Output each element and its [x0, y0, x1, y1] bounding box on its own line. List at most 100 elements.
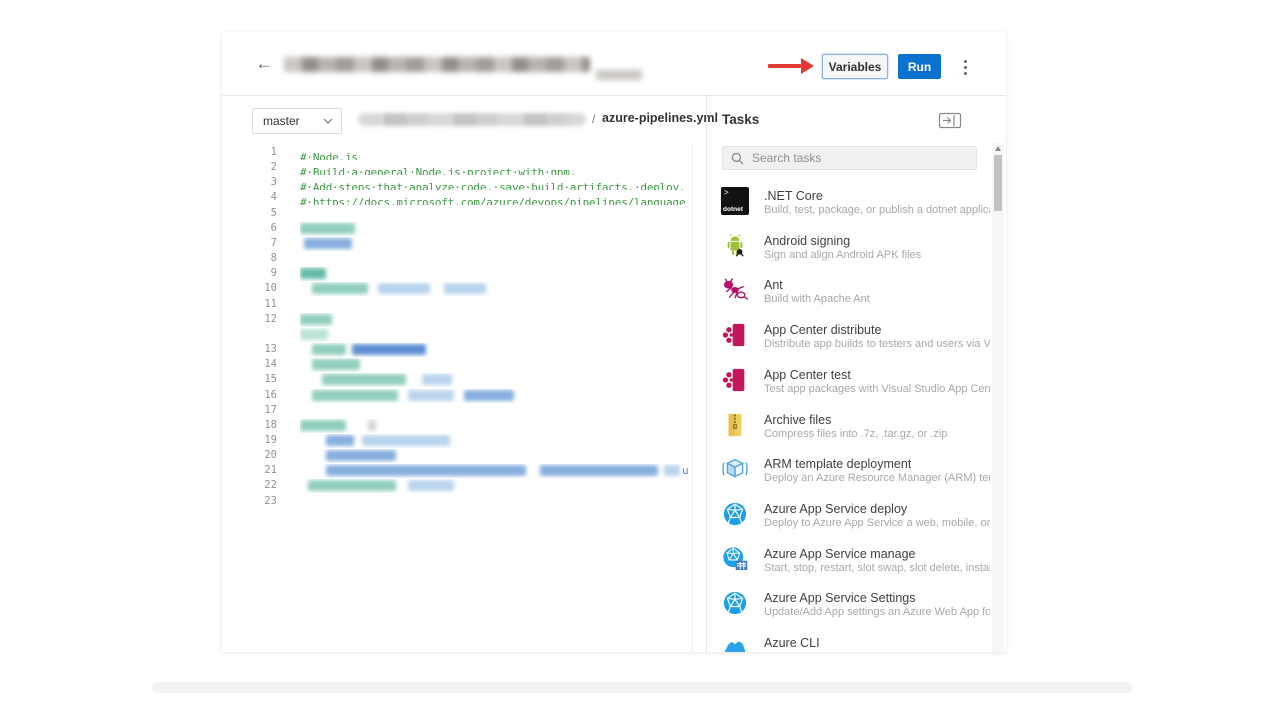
code-content[interactable] [300, 282, 690, 296]
code-content[interactable] [300, 449, 690, 463]
task-list: >dotnet.NET CoreBuild, test, package, or… [720, 186, 990, 652]
redacted-code [300, 329, 328, 340]
code-content[interactable] [300, 389, 690, 403]
code-line[interactable]: 4#·https://docs.microsoft.com/azure/devo… [222, 190, 692, 205]
code-content[interactable] [300, 343, 690, 357]
task-list-item[interactable]: Archive filesCompress files into .7z, .t… [720, 410, 990, 452]
code-line[interactable]: 11 [222, 297, 692, 312]
yaml-editor[interactable]: 1 #·Node.js2#·Build·a·general·Node.js·pro… [222, 145, 692, 652]
redacted-code [312, 344, 346, 355]
code-line[interactable]: 12 [222, 312, 692, 327]
code-line[interactable]: 22 [222, 478, 692, 493]
code-line[interactable]: 15 [222, 372, 692, 387]
line-number: 15 [222, 373, 277, 385]
code-line[interactable]: 19 [222, 433, 692, 448]
tasks-scrollbar[interactable] [992, 143, 1004, 652]
code-content[interactable]: #·https://docs.microsoft.com/azure/devop… [300, 191, 690, 205]
task-list-item[interactable]: Azure CLI [720, 633, 990, 652]
code-line[interactable]: 10 [222, 281, 692, 296]
line-number: 16 [222, 389, 277, 401]
code-content[interactable]: #·Node.js [300, 146, 690, 160]
task-name: ARM template deployment [764, 457, 911, 471]
code-line[interactable]: 3#·Add·steps·that·analyze·code,·save·bui… [222, 175, 692, 190]
more-options-icon[interactable] [958, 56, 972, 78]
arm-cube-icon [720, 454, 750, 484]
task-name: App Center distribute [764, 323, 881, 337]
appcenter-icon [720, 320, 750, 350]
redacted-code [326, 465, 526, 476]
code-line[interactable]: 14 [222, 357, 692, 372]
code-content[interactable] [300, 222, 690, 236]
branch-selector[interactable]: master [252, 108, 342, 134]
task-list-item[interactable]: >dotnet.NET CoreBuild, test, package, or… [720, 186, 990, 228]
code-line[interactable]: 20 [222, 448, 692, 463]
code-line[interactable] [222, 327, 692, 342]
code-content[interactable] [300, 298, 690, 312]
task-list-item[interactable]: Android signingSign and align Android AP… [720, 231, 990, 273]
task-list-item[interactable]: ARM template deploymentDeploy an Azure R… [720, 454, 990, 496]
line-number: 22 [222, 479, 277, 491]
code-content[interactable] [300, 328, 690, 342]
code-line[interactable]: 1 #·Node.js [222, 145, 692, 160]
search-tasks-input[interactable] [750, 150, 976, 166]
run-button[interactable]: Run [898, 54, 941, 79]
task-list-item[interactable]: Azure App Service manageStart, stop, res… [720, 544, 990, 586]
task-list-item[interactable]: AntBuild with Apache Ant [720, 275, 990, 317]
collapse-panel-icon[interactable] [938, 112, 962, 129]
scroll-up-icon[interactable] [995, 146, 1001, 151]
code-line[interactable]: 16 [222, 388, 692, 403]
code-line[interactable]: 17 [222, 403, 692, 418]
task-description: Test app packages with Visual Studio App… [764, 383, 990, 395]
code-content[interactable] [300, 419, 690, 433]
code-line[interactable]: 8 [222, 251, 692, 266]
task-name: Azure App Service Settings [764, 591, 915, 605]
code-content[interactable] [300, 358, 690, 372]
code-content[interactable] [300, 373, 690, 387]
task-description: Deploy to Azure App Service a web, mobil… [764, 517, 990, 529]
line-number: 14 [222, 358, 277, 370]
code-content[interactable] [300, 313, 690, 327]
task-description: Compress files into .7z, .tar.gz, or .zi… [764, 428, 990, 440]
code-content[interactable] [300, 252, 690, 266]
code-line[interactable]: 2#·Build·a·general·Node.js·project·with·… [222, 160, 692, 175]
task-description: Update/Add App settings an Azure Web App… [764, 606, 990, 618]
code-line[interactable]: 23 [222, 494, 692, 509]
task-name: App Center test [764, 368, 851, 382]
code-content[interactable] [300, 237, 690, 251]
task-list-item[interactable]: Azure App Service SettingsUpdate/Add App… [720, 588, 990, 630]
task-description: Build, test, package, or publish a dotne… [764, 204, 990, 216]
branch-name: master [263, 114, 323, 128]
back-button[interactable]: ← [252, 52, 276, 76]
redacted-code [408, 480, 454, 491]
code-content[interactable] [300, 434, 690, 448]
code-line[interactable]: 13 [222, 342, 692, 357]
task-list-item[interactable]: App Center testTest app packages with Vi… [720, 365, 990, 407]
code-content[interactable]: url [300, 464, 690, 478]
code-content[interactable] [300, 404, 690, 418]
scrollbar-thumb[interactable] [994, 155, 1002, 211]
code-line[interactable]: 9 [222, 266, 692, 281]
editor-edge-divider [692, 143, 693, 652]
task-list-item[interactable]: App Center distributeDistribute app buil… [720, 320, 990, 362]
search-tasks-box[interactable] [722, 146, 977, 170]
code-content[interactable]: #·Add·steps·that·analyze·code,·save·buil… [300, 176, 690, 190]
code-line[interactable]: 21url [222, 463, 692, 478]
globe-settings-icon [720, 588, 750, 618]
task-list-item[interactable]: Azure App Service deployDeploy to Azure … [720, 499, 990, 541]
line-number: 1 [222, 146, 277, 158]
code-line[interactable]: 5 [222, 206, 692, 221]
redacted-code [664, 465, 680, 476]
variables-button[interactable]: Variables [822, 54, 888, 79]
code-content[interactable]: #·Build·a·general·Node.js·project·with·n… [300, 161, 690, 175]
code-line[interactable]: 18 [222, 418, 692, 433]
task-name: Azure App Service deploy [764, 502, 907, 516]
code-content[interactable] [300, 207, 690, 221]
page-bottom-scrollbar[interactable] [152, 682, 1132, 693]
code-content[interactable] [300, 267, 690, 281]
code-line[interactable]: 6 [222, 221, 692, 236]
code-content[interactable] [300, 479, 690, 493]
redacted-code [300, 223, 355, 234]
tasks-panel-title: Tasks [722, 112, 759, 127]
code-line[interactable]: 7 [222, 236, 692, 251]
code-content[interactable] [300, 495, 690, 509]
